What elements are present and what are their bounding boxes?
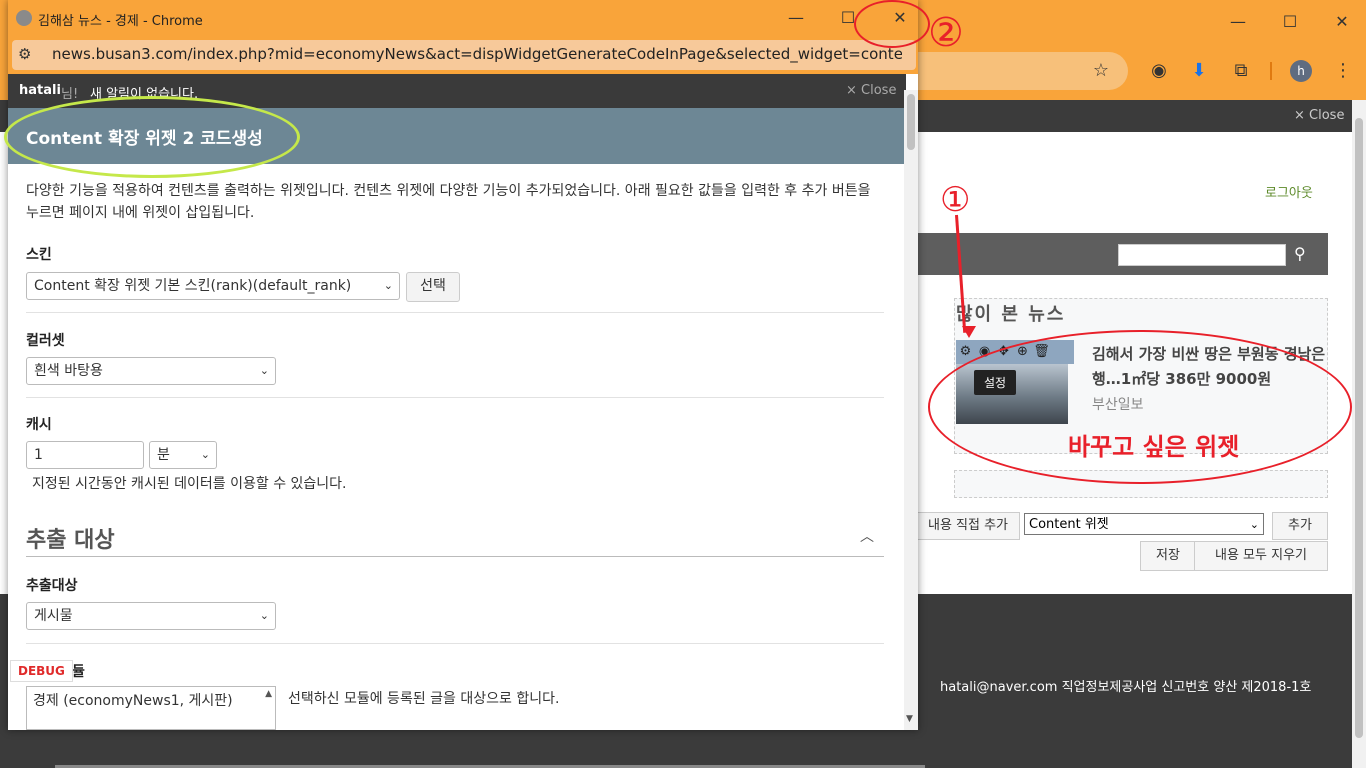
annotation-circle-close xyxy=(854,0,930,48)
scroll-down-icon[interactable]: ▼ xyxy=(906,714,913,724)
popup-title: 김해삼 뉴스 - 경제 - Chrome xyxy=(38,14,203,29)
add-button[interactable]: 추가 xyxy=(1272,512,1328,540)
colorset-select[interactable]: 흰색 바탕용 ⌄ xyxy=(26,357,276,385)
clear-all-button[interactable]: 내용 모두 지우기 xyxy=(1194,541,1328,571)
download-icon[interactable]: ⬇ xyxy=(1186,58,1212,84)
notice-user: hatali xyxy=(19,83,61,98)
annotation-circle-title xyxy=(4,96,300,178)
cache-unit-value: 분 xyxy=(157,447,170,463)
module-label: 듈 xyxy=(72,664,85,680)
colorset-label: 컬러셋 xyxy=(26,333,65,349)
bg-scroll-thumb[interactable] xyxy=(1355,118,1363,738)
module-list-item[interactable]: 경제 (economyNews1, 게시판) xyxy=(33,693,233,709)
toolbar-divider xyxy=(1270,62,1272,80)
content-area: 다양한 기능을 적용하여 컨텐츠를 출력하는 위젯입니다. 컨텐츠 위젯에 다양… xyxy=(8,164,906,730)
chevron-up-icon[interactable]: ︿ xyxy=(860,526,874,546)
chevron-down-icon: ⌄ xyxy=(259,364,269,377)
skin-label: 스킨 xyxy=(26,247,52,263)
chevron-down-icon: ⌄ xyxy=(383,279,393,292)
search-icon[interactable]: ⚲ xyxy=(1294,244,1306,263)
annotation-number-2: ② xyxy=(928,10,964,56)
footer-text: hatali@naver.com 직업정보제공사업 신고번호 양산 제2018-… xyxy=(940,680,1312,695)
avatar[interactable]: h xyxy=(1290,60,1312,82)
search-input[interactable] xyxy=(1118,244,1286,266)
widget-select[interactable]: Content 위젯 ⌄ xyxy=(1024,513,1264,535)
target-select-value: 게시물 xyxy=(34,608,73,624)
popup-url[interactable]: news.busan3.com/index.php?mid=economyNew… xyxy=(52,45,902,63)
bg-maximize-button[interactable]: ☐ xyxy=(1270,12,1310,31)
site-info-icon[interactable]: ⚙ xyxy=(18,45,31,63)
annotation-arrowhead xyxy=(962,326,976,338)
divider xyxy=(26,397,884,398)
save-button[interactable]: 저장 xyxy=(1140,541,1196,571)
section-title: 추출 대상 xyxy=(26,528,115,553)
annotation-number-1: ① xyxy=(940,180,971,220)
target-select[interactable]: 게시물 ⌄ xyxy=(26,602,276,630)
bg-close-button[interactable]: ✕ xyxy=(1322,12,1362,31)
section-divider xyxy=(26,556,884,557)
module-listbox[interactable]: 경제 (economyNews1, 게시판) ▲ xyxy=(26,686,276,730)
more-menu-icon[interactable]: ⋮ xyxy=(1330,58,1356,84)
popup-scroll-thumb[interactable] xyxy=(907,94,915,150)
divider xyxy=(26,312,884,313)
cache-input[interactable]: 1 xyxy=(26,441,144,469)
scroll-up-icon[interactable]: ▲ xyxy=(265,689,272,699)
skin-select-button[interactable]: 선택 xyxy=(406,272,460,302)
cache-label: 캐시 xyxy=(26,417,52,433)
widget-select-value: Content 위젯 xyxy=(1029,517,1109,532)
cache-unit-select[interactable]: 분 ⌄ xyxy=(149,441,217,469)
owl-extension-icon[interactable]: ◉ xyxy=(1146,58,1172,84)
popup-minimize-button[interactable]: — xyxy=(776,8,816,27)
skin-select-value: Content 확장 위젯 기본 스킨(rank)(default_rank) xyxy=(34,278,352,294)
annotation-label: 바꾸고 싶은 위젯 xyxy=(1068,433,1240,461)
popup-scrollbar[interactable] xyxy=(904,90,918,730)
chevron-down-icon: ⌄ xyxy=(1249,518,1259,531)
notice-close-link[interactable]: × Close xyxy=(846,83,896,98)
description: 다양한 기능을 적용하여 컨텐츠를 출력하는 위젯입니다. 컨텐츠 위젯에 다양… xyxy=(26,183,871,221)
skin-select[interactable]: Content 확장 위젯 기본 스킨(rank)(default_rank) ⌄ xyxy=(26,272,400,300)
bg-close-link[interactable]: × Close xyxy=(1294,108,1344,123)
chevron-down-icon: ⌄ xyxy=(259,609,269,622)
widget-title: 많이 본 뉴스 xyxy=(956,304,1066,325)
bg-minimize-button[interactable]: — xyxy=(1218,12,1258,31)
target-label: 추출대상 xyxy=(26,578,78,594)
cache-input-value: 1 xyxy=(34,447,43,463)
divider xyxy=(26,643,884,644)
debug-badge[interactable]: DEBUG xyxy=(10,660,73,682)
puzzle-icon[interactable]: ⧉ xyxy=(1228,58,1254,84)
direct-add-button[interactable]: 내용 직접 추가 xyxy=(916,512,1020,540)
module-help: 선택하신 모듈에 등록된 글을 대상으로 합니다. xyxy=(288,691,560,707)
chevron-down-icon: ⌄ xyxy=(200,448,210,461)
star-icon[interactable]: ☆ xyxy=(1088,58,1114,84)
globe-icon xyxy=(16,10,32,26)
cache-help: 지정된 시간동안 캐시된 데이터를 이용할 수 있습니다. xyxy=(32,476,347,492)
notice-honorific: 님! xyxy=(61,87,79,102)
colorset-select-value: 흰색 바탕용 xyxy=(34,363,103,379)
logout-link[interactable]: 로그아웃 xyxy=(1265,182,1313,201)
